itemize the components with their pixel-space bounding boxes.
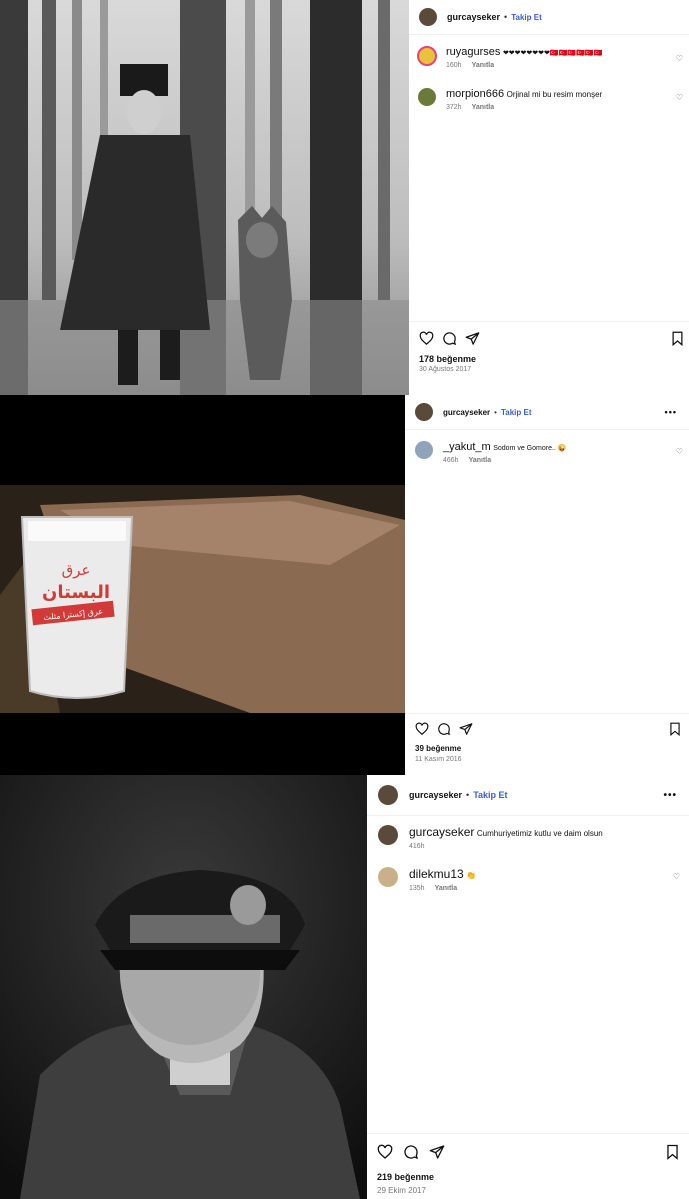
post-date: 30 Ağustos 2017 [419,366,472,373]
separator-dot: • [504,12,508,22]
comment-user[interactable]: ruyagurses [446,46,500,58]
comment-icon[interactable] [442,331,457,346]
portrait-photo [0,775,367,1199]
raki-glass-photo: عرق البستان عرق إكسترا مثلث [0,395,405,775]
avatar[interactable] [419,8,437,26]
post-2-panel: gurcayseker • Takip Et ••• _yakut_m Sodo… [405,395,689,775]
comment: dilekmu13 👏 135h Yanıtla ♡ [367,867,689,892]
avatar[interactable] [378,825,398,845]
comment-like-icon[interactable]: ♡ [676,93,683,102]
comment-icon[interactable] [437,722,451,736]
comment: ruyagurses ❤❤❤❤❤❤❤❤🇹🇷🇹🇷🇹🇷🇹🇷🇹🇷🇹🇷 160h Yanı… [409,46,689,69]
caption: gurcayseker Cumhuriyetimiz kutlu ve daim… [367,825,689,850]
glass-label-2: البستان [42,582,110,603]
post-2-photo[interactable]: عرق البستان عرق إكسترا مثلث [0,395,405,775]
post-3-photo[interactable] [0,775,367,1199]
share-icon[interactable] [459,722,473,736]
comment-text: Orjinal mi bu resim monşer [506,90,603,99]
post-1-photo[interactable] [0,0,409,395]
post-3-panel: gurcayseker • Takip Et ••• gurcayseker C… [367,775,689,1199]
post-1-panel: gurcayseker • Takip Et ruyagurses ❤❤❤❤❤❤… [409,0,689,395]
comment-like-icon[interactable]: ♡ [676,447,683,456]
reply-button[interactable]: Yanıtla [469,457,492,464]
comment-user[interactable]: morpion666 [446,88,504,100]
share-icon[interactable] [429,1144,445,1160]
post-2: عرق البستان عرق إكسترا مثلث gurcayseker … [0,395,689,775]
like-count[interactable]: 178 beğenme [419,354,476,364]
follow-button[interactable]: Takip Et [511,13,542,22]
follow-button[interactable]: Takip Et [501,408,532,417]
comment-like-icon[interactable]: ♡ [673,872,680,881]
comment: morpion666 Orjinal mi bu resim monşer 37… [409,88,689,111]
forest-wolf-photo [0,0,409,395]
action-bar: 219 beğenme 29 Ekim 2017 [367,1133,689,1199]
share-icon[interactable] [465,331,480,346]
comment-user[interactable]: dilekmu13 [409,867,464,881]
username[interactable]: gurcayseker [443,408,490,417]
post-header: gurcayseker • Takip Et [409,0,689,35]
action-bar: 178 beğenme 30 Ağustos 2017 [409,321,689,395]
comment-like-icon[interactable]: ♡ [676,54,683,63]
post-header: gurcayseker • Takip Et ••• [405,395,689,430]
follow-button[interactable]: Takip Et [473,790,507,800]
username[interactable]: gurcayseker [409,790,462,800]
avatar[interactable] [378,867,398,887]
more-options-icon[interactable]: ••• [663,790,677,801]
reply-button[interactable]: Yanıtla [435,885,458,892]
post-3: gurcayseker • Takip Et ••• gurcayseker C… [0,775,689,1199]
action-bar: 39 beğenme 11 Kasım 2016 [405,713,689,775]
more-options-icon[interactable]: ••• [665,407,677,417]
post-date: 11 Kasım 2016 [415,756,462,763]
avatar[interactable] [415,403,433,421]
comment-text: 👏 [466,871,477,880]
post-date: 29 Ekim 2017 [377,1186,426,1195]
avatar[interactable] [415,441,433,459]
avatar[interactable] [378,785,398,805]
comment-time: 466h [443,457,459,464]
comment-icon[interactable] [403,1144,419,1160]
avatar[interactable] [417,46,437,66]
comment: _yakut_m Sodom ve Gomore.. 😜 466h Yanıtla… [405,441,689,464]
heart-icon[interactable] [415,722,429,736]
post-1: gurcayseker • Takip Et ruyagurses ❤❤❤❤❤❤… [0,0,689,395]
comment-text: Sodom ve Gomore.. 😜 [493,445,567,452]
bookmark-icon[interactable] [671,331,684,346]
comment-time: 372h [446,104,462,111]
post-header: gurcayseker • Takip Et ••• [367,775,689,816]
username[interactable]: gurcayseker [447,12,500,22]
comment-text: ❤❤❤❤❤❤❤❤🇹🇷🇹🇷🇹🇷🇹🇷🇹🇷🇹🇷 [502,50,603,57]
caption-user[interactable]: gurcayseker [409,825,474,839]
heart-icon[interactable] [419,331,434,346]
separator-dot: • [494,407,497,417]
like-count[interactable]: 219 beğenme [377,1172,434,1182]
like-count[interactable]: 39 beğenme [415,744,461,753]
glass-label-1: عرق [62,561,91,579]
bookmark-icon[interactable] [666,1144,679,1160]
heart-icon[interactable] [377,1144,393,1160]
comment-user[interactable]: _yakut_m [443,441,491,453]
reply-button[interactable]: Yanıtla [472,104,495,111]
reply-button[interactable]: Yanıtla [472,62,495,69]
caption-text: Cumhuriyetimiz kutlu ve daim olsun [476,829,603,838]
comment-time: 160h [446,62,462,69]
caption-time: 416h [409,843,425,850]
bookmark-icon[interactable] [669,722,681,736]
comment-time: 135h [409,885,425,892]
avatar[interactable] [418,88,436,106]
separator-dot: • [466,790,470,800]
